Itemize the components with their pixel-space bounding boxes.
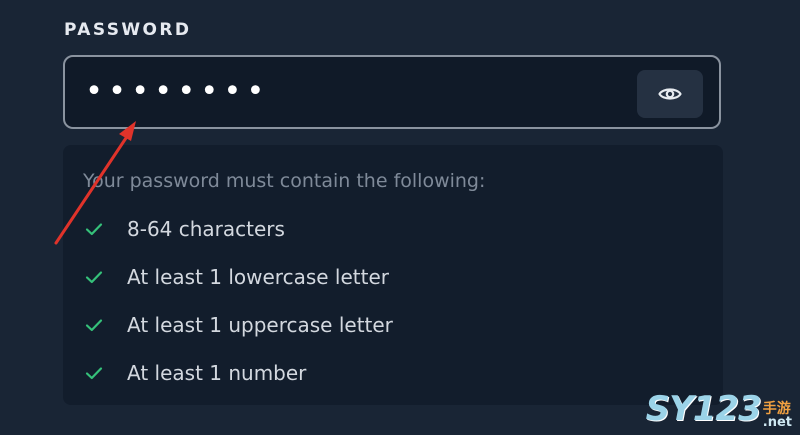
requirement-label: At least 1 lowercase letter bbox=[127, 265, 389, 289]
watermark-logo-text: SY123 bbox=[645, 389, 762, 429]
checkmark-icon bbox=[85, 223, 103, 236]
requirement-label: At least 1 uppercase letter bbox=[127, 313, 393, 337]
checkmark-icon bbox=[85, 367, 103, 380]
watermark-cn: 手游 bbox=[762, 401, 791, 417]
checkmark-icon bbox=[85, 271, 103, 284]
show-password-button[interactable] bbox=[637, 70, 703, 118]
watermark-suffix: 手游 .net bbox=[763, 402, 792, 429]
eye-icon bbox=[658, 88, 682, 100]
requirement-label: 8-64 characters bbox=[127, 217, 285, 241]
requirement-item: At least 1 number bbox=[85, 360, 306, 386]
requirement-item: 8-64 characters bbox=[85, 216, 285, 242]
password-requirements-panel: Your password must contain the following… bbox=[63, 145, 723, 405]
password-label: PASSWORD bbox=[64, 20, 192, 40]
requirement-item: At least 1 lowercase letter bbox=[85, 264, 389, 290]
password-field[interactable] bbox=[63, 55, 721, 129]
requirement-item: At least 1 uppercase letter bbox=[85, 312, 393, 338]
password-input[interactable] bbox=[85, 57, 605, 127]
checkmark-icon bbox=[85, 319, 103, 332]
site-watermark: SY123 手游 .net bbox=[646, 389, 792, 429]
requirements-header: Your password must contain the following… bbox=[83, 170, 486, 192]
watermark-net: .net bbox=[762, 415, 792, 430]
requirement-label: At least 1 number bbox=[127, 361, 307, 385]
